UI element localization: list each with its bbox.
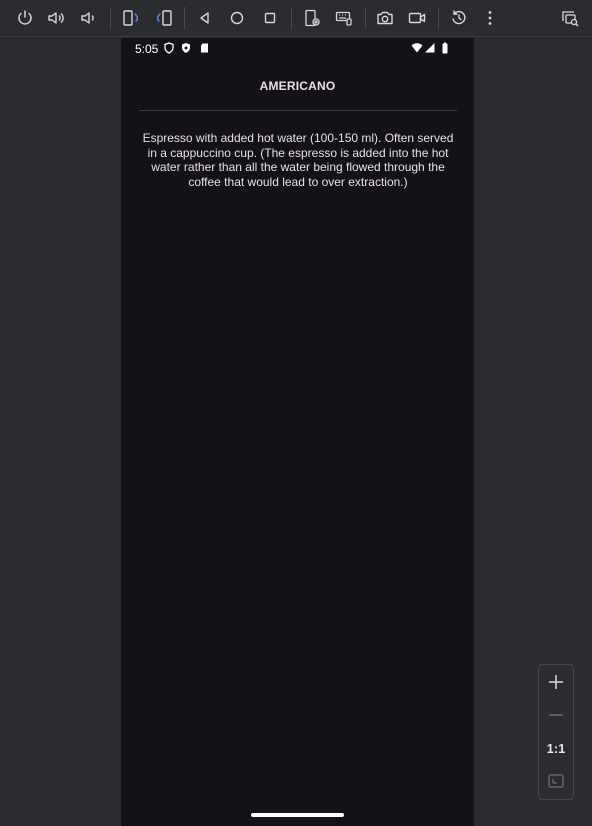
home-icon[interactable] — [224, 5, 250, 31]
more-icon[interactable] — [477, 5, 503, 31]
fit-screen-icon — [548, 774, 564, 788]
shield-outline-icon — [163, 42, 175, 54]
toolbar-separator — [110, 7, 111, 29]
battery-icon — [439, 42, 451, 54]
toolbar-separator — [365, 7, 366, 29]
plus-icon — [549, 675, 563, 689]
signal-icon — [424, 42, 436, 54]
power-icon[interactable] — [12, 5, 38, 31]
divider — [139, 110, 457, 111]
zoom-in-button[interactable] — [539, 667, 573, 697]
minus-icon — [549, 714, 563, 716]
reset-icon[interactable] — [446, 5, 472, 31]
actual-size-button[interactable]: 1:1 — [539, 733, 573, 763]
shield-filled-icon — [180, 42, 192, 54]
camera-icon[interactable] — [372, 5, 398, 31]
volume-down-icon[interactable] — [75, 5, 101, 31]
toolbar-separator — [184, 7, 185, 29]
drink-description: Espresso with added hot water (100-150 m… — [142, 131, 454, 189]
device-settings-icon[interactable] — [299, 5, 325, 31]
rotate-right-icon[interactable] — [151, 5, 177, 31]
emulator-toolbar — [0, 0, 592, 37]
rotate-left-icon[interactable] — [118, 5, 144, 31]
fit-screen-button[interactable] — [539, 766, 573, 796]
sd-card-icon — [199, 42, 211, 54]
zoom-out-button[interactable] — [539, 700, 573, 730]
keyboard-icon[interactable] — [331, 5, 357, 31]
toolbar-separator — [438, 7, 439, 29]
actual-size-label: 1:1 — [546, 740, 566, 756]
page-title: AMERICANO — [259, 79, 336, 93]
gesture-nav-handle[interactable] — [251, 813, 344, 817]
overview-icon[interactable] — [257, 5, 283, 31]
back-icon[interactable] — [192, 5, 218, 31]
status-time: 5:05 — [135, 42, 159, 56]
toolbar-separator — [291, 7, 292, 29]
device-screen[interactable]: 5:05 AMERICANO Espresso with added hot w… — [121, 38, 474, 826]
wifi-icon — [411, 42, 423, 54]
status-bar: 5:05 — [121, 38, 474, 60]
video-icon[interactable] — [404, 5, 430, 31]
zoom-controls: 1:1 — [538, 664, 574, 800]
volume-up-icon[interactable] — [43, 5, 69, 31]
device-mirror-icon[interactable] — [557, 5, 583, 31]
